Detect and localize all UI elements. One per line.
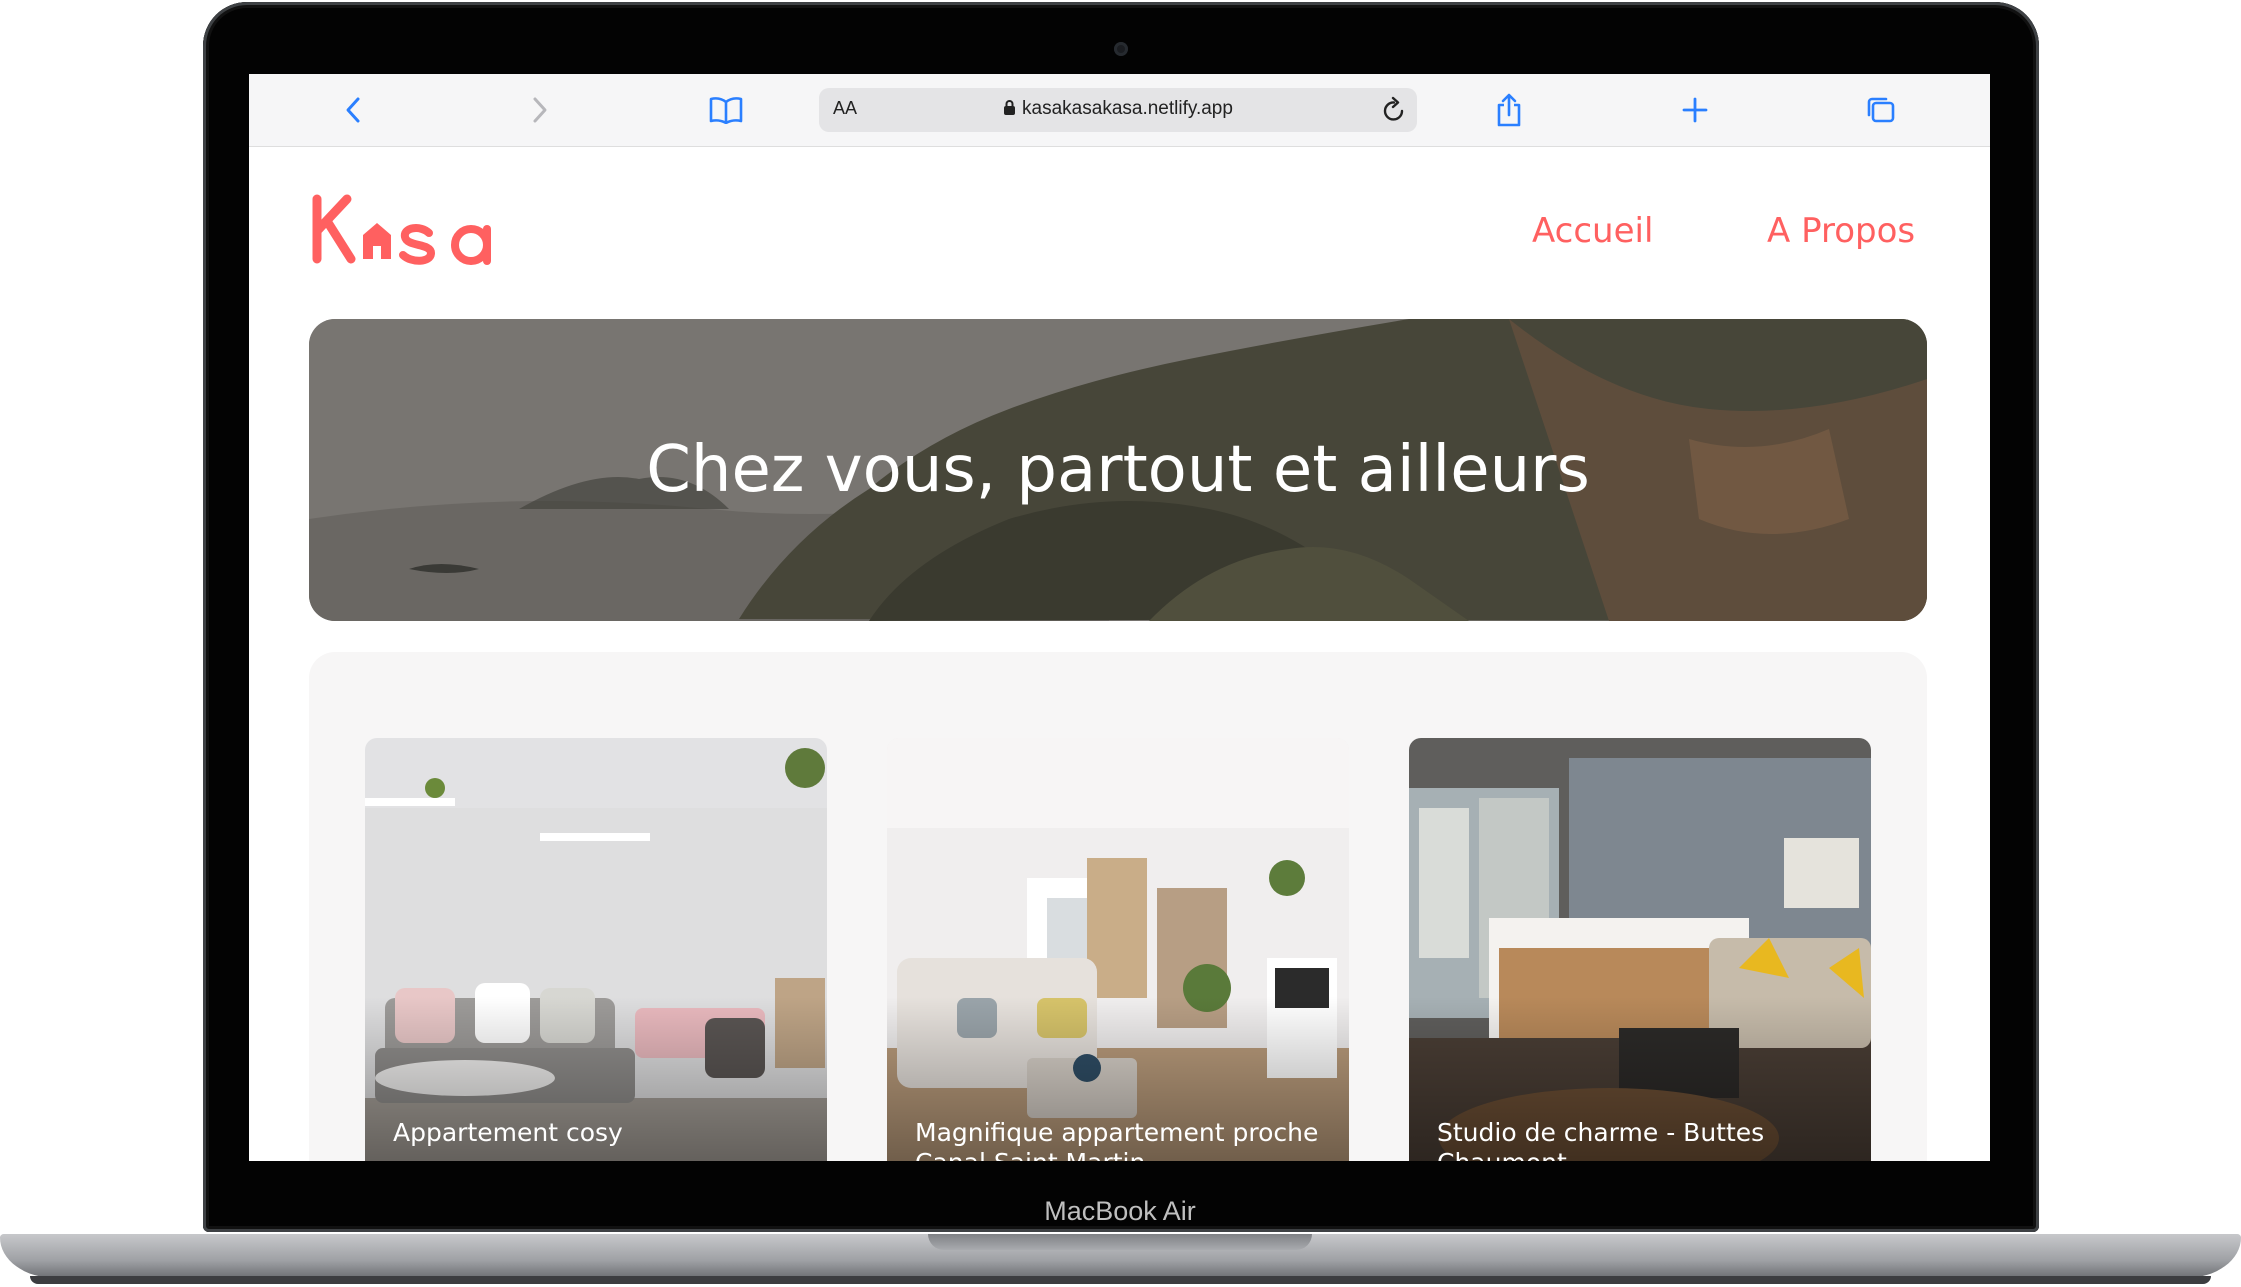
device-label: MacBook Air bbox=[1044, 1196, 1196, 1226]
tabs-button[interactable] bbox=[1861, 90, 1901, 130]
tabs-icon bbox=[1867, 97, 1895, 123]
reload-button[interactable] bbox=[1381, 96, 1407, 128]
listing-title: Studio de charme - Buttes Chaumont bbox=[1437, 1118, 1765, 1161]
url-display: kasakasakasa.netlify.app bbox=[819, 98, 1417, 120]
bookmarks-button[interactable] bbox=[706, 90, 746, 130]
card-gradient bbox=[887, 738, 1349, 1161]
house-icon bbox=[363, 223, 391, 259]
kasa-logo-image bbox=[312, 194, 491, 265]
nav-a-propos[interactable]: A Propos bbox=[1767, 211, 1915, 251]
forward-button[interactable] bbox=[519, 90, 559, 130]
card-gradient bbox=[365, 738, 827, 1161]
share-button[interactable] bbox=[1489, 90, 1529, 130]
kasa-logo[interactable] bbox=[311, 189, 511, 269]
chevron-right-icon bbox=[533, 97, 547, 123]
book-icon bbox=[709, 97, 743, 124]
plus-icon bbox=[1682, 97, 1708, 123]
new-tab-button[interactable] bbox=[1675, 90, 1715, 130]
laptop-base-shadow bbox=[30, 1276, 2211, 1284]
reload-icon bbox=[1383, 96, 1404, 121]
back-button[interactable] bbox=[334, 90, 374, 130]
lock-icon bbox=[1004, 100, 1016, 115]
listing-card[interactable]: Appartement cosy bbox=[365, 738, 827, 1161]
listing-card[interactable]: Magnifique appartement proche Canal Sain… bbox=[887, 738, 1349, 1161]
card-gradient bbox=[1409, 738, 1871, 1161]
screen: AA kasakasakasa.netlify.app Accueil A Pr… bbox=[249, 74, 1990, 1161]
webcam bbox=[1114, 42, 1128, 56]
listing-card[interactable]: Studio de charme - Buttes Chaumont bbox=[1409, 738, 1871, 1161]
laptop-hinge-notch bbox=[928, 1234, 1312, 1250]
url-text: kasakasakasa.netlify.app bbox=[1022, 98, 1233, 119]
listings-gallery: Appartement cosy Magnifique appartement … bbox=[309, 652, 1927, 1161]
listing-title: Magnifique appartement proche Canal Sain… bbox=[915, 1118, 1319, 1161]
listing-title: Appartement cosy bbox=[393, 1118, 623, 1147]
hero-banner: Chez vous, partout et ailleurs bbox=[309, 319, 1927, 621]
share-icon bbox=[1497, 93, 1521, 127]
browser-toolbar: AA kasakasakasa.netlify.app bbox=[249, 74, 1990, 147]
hero-title: Chez vous, partout et ailleurs bbox=[646, 433, 1590, 507]
chevron-left-icon bbox=[346, 97, 360, 123]
nav-accueil[interactable]: Accueil bbox=[1532, 211, 1653, 251]
address-bar[interactable]: AA kasakasakasa.netlify.app bbox=[819, 88, 1417, 132]
